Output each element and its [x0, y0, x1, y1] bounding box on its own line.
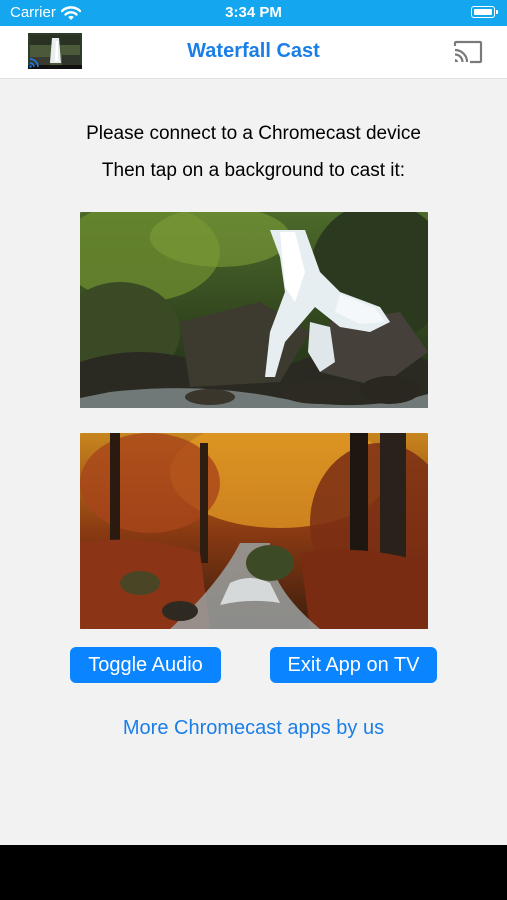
navigation-bar: Waterfall Cast: [0, 26, 507, 79]
nav-title: Waterfall Cast: [187, 40, 320, 62]
instruction-line-1: Please connect to a Chromecast device: [86, 123, 421, 144]
app-screen: Carrier 3:34 PM Waterfall Cast Please co…: [0, 0, 507, 845]
bottom-black-bar: [0, 845, 507, 900]
waterfall-image: [80, 212, 428, 408]
status-bar: Carrier 3:34 PM: [0, 0, 507, 26]
status-time: 3:34 PM: [225, 4, 282, 21]
exit-app-button[interactable]: Exit App on TV: [270, 647, 437, 683]
more-apps-link[interactable]: More Chromecast apps by us: [0, 717, 507, 740]
cast-icon[interactable]: [453, 40, 483, 64]
waterfall-background[interactable]: [80, 212, 428, 408]
autumn-forest-background[interactable]: [80, 433, 428, 629]
instruction-line-2: Then tap on a background to cast it:: [101, 160, 406, 181]
toggle-audio-button[interactable]: Toggle Audio: [70, 647, 221, 683]
battery-icon: [471, 6, 498, 18]
autumn-stream-image: [80, 433, 428, 629]
